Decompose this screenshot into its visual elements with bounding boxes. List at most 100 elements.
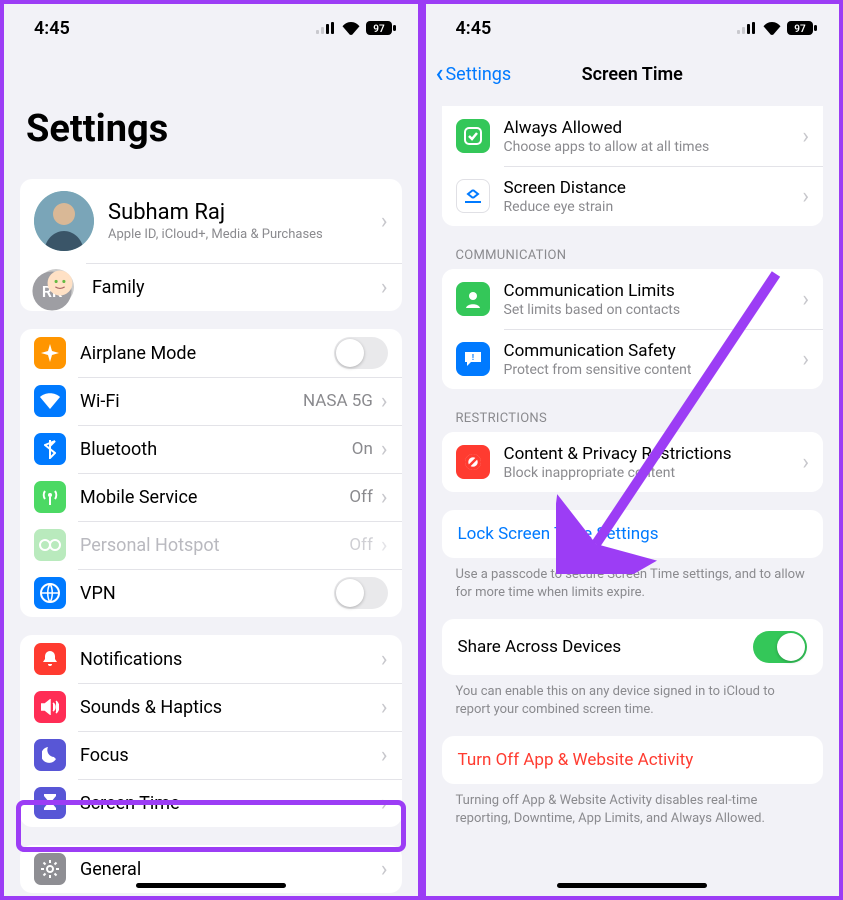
vpn-toggle[interactable] bbox=[334, 577, 388, 609]
allowed-group: Always AllowedChoose apps to allow at al… bbox=[442, 106, 824, 226]
family-avatar-icon: RK bbox=[38, 269, 74, 305]
bluetooth-icon bbox=[34, 433, 66, 465]
settings-screen: 4:45 97 Settings Subham Raj Apple ID, iC… bbox=[0, 0, 422, 900]
chevron-right-icon: › bbox=[381, 275, 388, 300]
airplane-toggle[interactable] bbox=[334, 337, 388, 369]
focus-row[interactable]: Focus › bbox=[20, 731, 402, 779]
chevron-right-icon: › bbox=[381, 533, 388, 558]
row-subtitle: Block inappropriate content bbox=[504, 465, 803, 481]
section-header-communication: COMMUNICATION bbox=[426, 226, 840, 269]
hourglass-icon bbox=[34, 787, 66, 819]
always-allowed-row[interactable]: Always AllowedChoose apps to allow at al… bbox=[442, 106, 824, 166]
content-privacy-row[interactable]: Content & Privacy RestrictionsBlock inap… bbox=[442, 432, 824, 492]
antenna-icon bbox=[34, 481, 66, 513]
mobile-service-row[interactable]: Mobile Service Off › bbox=[20, 473, 402, 521]
row-label: Sounds & Haptics bbox=[80, 697, 381, 718]
home-indicator[interactable] bbox=[136, 883, 286, 888]
svg-text:97: 97 bbox=[794, 24, 806, 35]
battery-icon: 97 bbox=[366, 21, 396, 35]
moon-icon bbox=[34, 739, 66, 771]
status-bar: 4:45 97 bbox=[4, 4, 418, 52]
airplane-icon bbox=[34, 337, 66, 369]
chevron-right-icon: › bbox=[381, 647, 388, 672]
chevron-right-icon: › bbox=[381, 485, 388, 510]
chevron-right-icon: › bbox=[381, 791, 388, 816]
home-indicator[interactable] bbox=[557, 883, 707, 888]
battery-icon: 97 bbox=[787, 21, 817, 35]
communication-safety-row[interactable]: ! Communication SafetyProtect from sensi… bbox=[442, 329, 824, 389]
row-subtitle: Set limits based on contacts bbox=[504, 302, 803, 318]
gear-icon bbox=[34, 853, 66, 885]
screen-distance-row[interactable]: Screen DistanceReduce eye strain › bbox=[442, 166, 824, 226]
vpn-icon bbox=[34, 577, 66, 609]
chat-bubble-icon: ! bbox=[456, 342, 490, 376]
apple-id-row[interactable]: Subham Raj Apple ID, iCloud+, Media & Pu… bbox=[20, 179, 402, 263]
row-label: Airplane Mode bbox=[80, 343, 334, 364]
cellular-icon bbox=[316, 22, 336, 34]
speaker-icon bbox=[34, 691, 66, 723]
chevron-right-icon: › bbox=[802, 287, 809, 312]
nav-bar: ‹ Settings Screen Time bbox=[426, 52, 840, 96]
communication-group: Communication LimitsSet limits based on … bbox=[442, 269, 824, 389]
chevron-right-icon: › bbox=[802, 124, 809, 149]
section-header-restrictions: RESTRICTIONS bbox=[426, 389, 840, 432]
chevron-right-icon: › bbox=[381, 857, 388, 882]
chevron-right-icon: › bbox=[381, 437, 388, 462]
svg-text:!: ! bbox=[471, 353, 473, 362]
back-label: Settings bbox=[445, 64, 511, 85]
row-label: Bluetooth bbox=[80, 439, 352, 460]
nav-title: Screen Time bbox=[582, 64, 683, 85]
screen-time-screen: 4:45 97 ‹ Settings Screen Time Always Al… bbox=[422, 0, 843, 900]
chevron-right-icon: › bbox=[381, 389, 388, 414]
status-icons: 97 bbox=[316, 21, 396, 35]
wifi-icon bbox=[342, 22, 360, 35]
wifi-icon bbox=[34, 385, 66, 417]
status-bar: 4:45 97 bbox=[426, 4, 840, 52]
row-title: Always Allowed bbox=[504, 118, 803, 138]
notifications-group: Notifications › Sounds & Haptics › Focus… bbox=[20, 635, 402, 827]
row-label: Focus bbox=[80, 745, 381, 766]
sounds-row[interactable]: Sounds & Haptics › bbox=[20, 683, 402, 731]
communication-limits-row[interactable]: Communication LimitsSet limits based on … bbox=[442, 269, 824, 329]
chevron-right-icon: › bbox=[802, 184, 809, 209]
turn-off-activity-button[interactable]: Turn Off App & Website Activity bbox=[442, 736, 824, 784]
row-label: Wi-Fi bbox=[80, 391, 303, 412]
lock-footer: Use a passcode to secure Screen Time set… bbox=[426, 558, 840, 601]
wifi-icon bbox=[763, 22, 781, 35]
row-value: Off bbox=[349, 535, 373, 555]
row-label: Notifications bbox=[80, 649, 381, 670]
back-button[interactable]: ‹ Settings bbox=[436, 52, 512, 96]
profile-name: Subham Raj bbox=[108, 200, 381, 225]
no-entry-icon bbox=[456, 445, 490, 479]
row-label: General bbox=[80, 859, 381, 880]
row-label: VPN bbox=[80, 583, 334, 604]
profile-group: Subham Raj Apple ID, iCloud+, Media & Pu… bbox=[20, 179, 402, 311]
personal-hotspot-row[interactable]: Personal Hotspot Off › bbox=[20, 521, 402, 569]
avatar bbox=[34, 191, 94, 251]
cellular-icon bbox=[737, 22, 757, 34]
wifi-row[interactable]: Wi-Fi NASA 5G › bbox=[20, 377, 402, 425]
row-subtitle: Protect from sensitive content bbox=[504, 362, 803, 378]
notifications-row[interactable]: Notifications › bbox=[20, 635, 402, 683]
vpn-row[interactable]: VPN bbox=[20, 569, 402, 617]
row-subtitle: Reduce eye strain bbox=[504, 199, 803, 215]
row-title: Screen Distance bbox=[504, 178, 803, 198]
turnoff-footer: Turning off App & Website Activity disab… bbox=[426, 784, 840, 857]
bluetooth-row[interactable]: Bluetooth On › bbox=[20, 425, 402, 473]
status-time: 4:45 bbox=[456, 18, 492, 39]
share-toggle[interactable] bbox=[753, 631, 807, 663]
row-title: Communication Limits bbox=[504, 281, 803, 301]
share-across-devices-row[interactable]: Share Across Devices bbox=[442, 619, 824, 675]
status-time: 4:45 bbox=[34, 18, 70, 39]
screen-time-row[interactable]: Screen Time › bbox=[20, 779, 402, 827]
chevron-right-icon: › bbox=[381, 695, 388, 720]
connectivity-group: Airplane Mode Wi-Fi NASA 5G › Bluetooth … bbox=[20, 329, 402, 617]
row-value: NASA 5G bbox=[303, 391, 373, 411]
airplane-mode-row[interactable]: Airplane Mode bbox=[20, 329, 402, 377]
lock-screen-time-button[interactable]: Lock Screen Time Settings bbox=[442, 510, 824, 558]
status-icons: 97 bbox=[737, 21, 817, 35]
row-value: Off bbox=[349, 487, 373, 507]
family-row[interactable]: RK Family › bbox=[20, 263, 402, 311]
chevron-right-icon: › bbox=[802, 347, 809, 372]
row-title: Communication Safety bbox=[504, 341, 803, 361]
